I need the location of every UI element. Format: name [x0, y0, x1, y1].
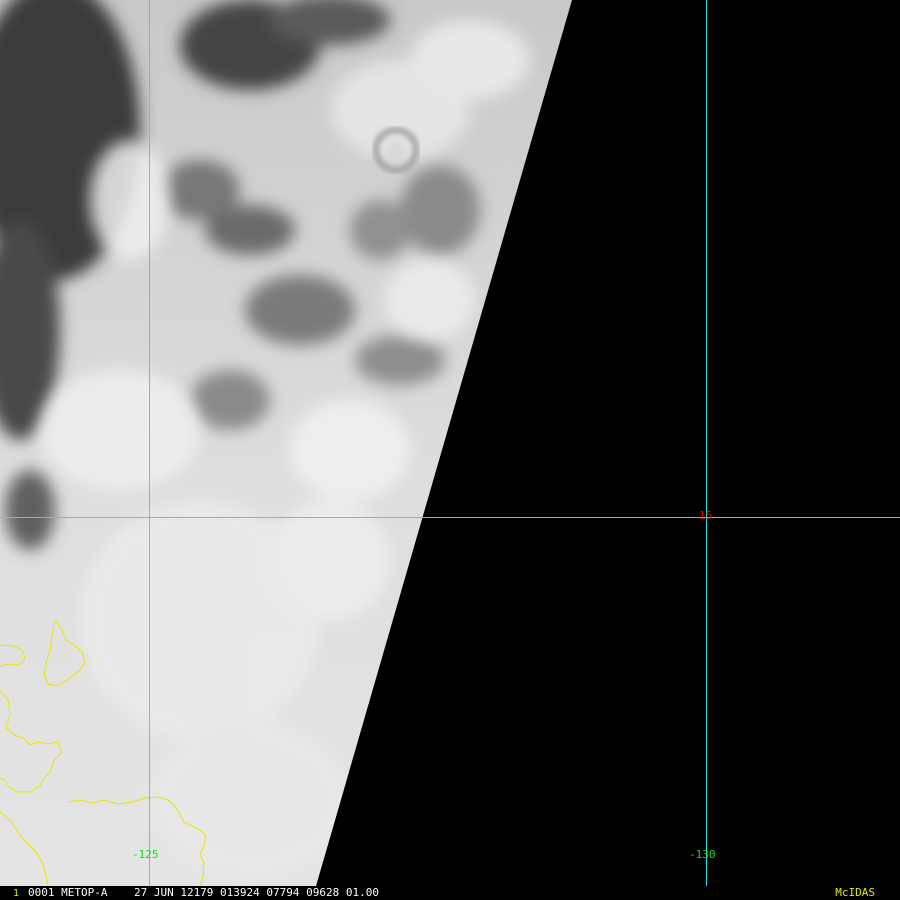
frame-number: 1: [13, 888, 20, 899]
satellite-image: [0, 0, 900, 900]
longitude-label-minus-125: -125: [132, 848, 159, 861]
image-info-text: 0001 METOP-A 27 JUN 12179 013924 07794 0…: [28, 886, 379, 899]
longitude-label-minus-130: -130: [689, 848, 716, 861]
mcidas-label: McIDAS: [835, 886, 875, 899]
status-bar: 1 0001 METOP-A 27 JUN 12179 013924 07794…: [0, 886, 900, 900]
latitude-label-15: 15: [699, 509, 713, 522]
